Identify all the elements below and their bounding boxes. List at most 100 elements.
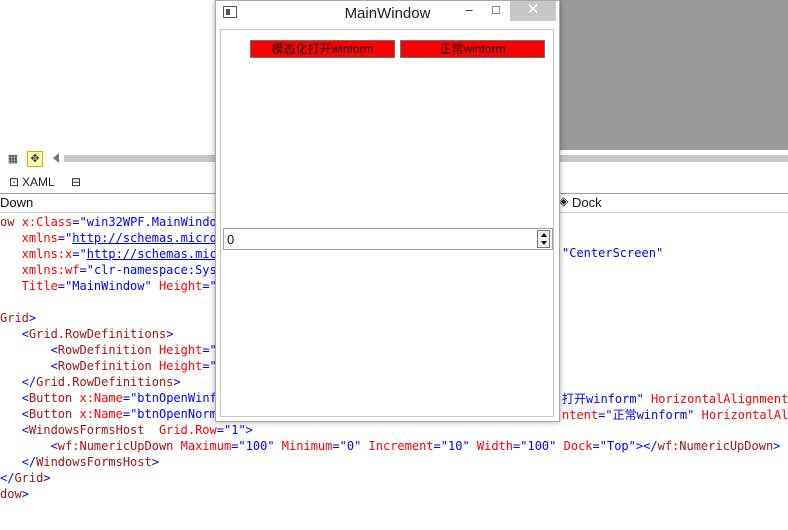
code-token: =" [79,263,94,277]
code-token: " [655,246,664,260]
code-token: "> [238,423,253,437]
code-token: 10 [448,439,463,453]
code-token: > [21,487,29,501]
code-token: 正常winform [612,408,688,422]
code-token: http://schemas.micros [72,231,224,245]
split-view-icon[interactable]: ⊟ [71,175,81,189]
code-token: " [354,439,369,453]
code-line[interactable]: xmlns:wf="clr-namespace:Syst [0,262,224,278]
open-normal-winform-button[interactable]: 正常winform [400,40,545,58]
element-combo[interactable]: Down [0,195,33,210]
code-token: > [43,471,51,485]
code-token: " [687,408,702,422]
code-token: xmlns [0,231,58,245]
code-token: < [0,327,29,341]
numeric-updown-value[interactable]: 0 [227,232,234,247]
code-line[interactable]: </WindowsFormsHost> [0,454,159,470]
code-token: =" [332,439,347,453]
code-token: Width [476,439,514,453]
code-token: " [267,439,282,453]
code-token: < [0,423,29,437]
code-token: RowDefinition [57,359,159,373]
member-combo[interactable]: Dock [572,195,602,210]
code-line[interactable]: <WindowsFormsHost Grid.Row="1"> [0,422,253,438]
code-token: =" [231,439,246,453]
grid-view-icon[interactable]: ▦ [6,152,20,166]
code-token: 打开winform [562,392,637,406]
code-token: Height [158,359,203,373]
code-line[interactable]: <Button x:Name="btnOpenWinfo [0,390,224,406]
code-token: WindowsFormsHost [36,455,152,469]
code-line[interactable]: </Grid.RowDefinitions> [0,374,181,390]
designer-surface [560,0,788,150]
code-token: RowDefinition [57,343,159,357]
code-token: > [773,439,781,453]
code-token: " [144,279,159,293]
close-button[interactable]: ✕ [510,1,556,21]
open-modal-winform-button[interactable]: 模态化打开winform [250,40,395,58]
scroll-left-icon[interactable] [53,153,59,163]
main-window: MainWindow – □ ✕ 模态化打开winform 正常winform … [215,0,560,422]
code-line[interactable]: dow> [0,486,29,502]
code-token: x:Class [21,215,73,229]
code-token: Title [0,279,58,293]
code-token: Grid.RowDefinitions [36,375,174,389]
code-token: "></ [628,439,658,453]
code-token: Maximum [180,439,232,453]
code-line[interactable]: ow x:Class="win32WPF.MainWindow [0,214,224,230]
code-token: < [0,359,58,373]
code-token: < [0,391,29,405]
numeric-updown[interactable]: 0 [223,228,553,250]
code-line[interactable]: Title="MainWindow" Height="7 [0,278,224,294]
code-token: x:Name [79,407,123,421]
code-token: > [173,375,181,389]
code-token: =" [216,423,232,437]
code-line[interactable]: xmlns:x="http://schemas.micr [0,246,224,262]
code-token: ow [0,215,22,229]
code-token: Grid [14,471,44,485]
window-titlebar[interactable]: MainWindow – □ ✕ [216,1,559,25]
code-line[interactable]: <wf:NumericUpDown Maximum="100" Minimum=… [0,438,781,454]
code-token: wf:NumericUpDown [57,439,181,453]
code-token: =" [57,231,73,245]
tab-xaml[interactable]: XAML [22,175,55,189]
code-line[interactable]: <Button x:Name="btnOpenNorma [0,406,224,422]
code-token: =" [598,408,613,422]
code-line[interactable]: Grid> [0,310,36,326]
code-token: Height [158,343,203,357]
code-token: < [0,439,58,453]
code-token: win32WPF.MainWindow [86,215,224,229]
code-token: =" [433,439,448,453]
code-token: Height [158,279,203,293]
code-token: ntent [562,408,599,422]
minimize-button[interactable]: – [456,1,482,21]
code-token: Increment [368,439,434,453]
code-token: Minimum [281,439,333,453]
code-token: CenterScreen [569,246,656,260]
maximize-button[interactable]: □ [483,1,509,21]
code-line[interactable]: <RowDefinition Height="2 [0,358,224,374]
code-fragment: ntent="正常winform" HorizontalAli [562,406,788,423]
code-token: btnOpenWinfo [137,391,224,405]
code-token: dow [0,487,22,501]
code-token: Grid.RowDefinitions [28,327,167,341]
code-token: 100 [527,439,550,453]
code-token: =" [72,215,87,229]
code-token: > [166,327,174,341]
code-token: WindowsFormsHost [28,423,159,437]
code-line[interactable]: <Grid.RowDefinitions> [0,326,174,342]
code-token: Grid [0,311,29,325]
snap-icon[interactable]: ✥ [27,151,43,167]
code-token: Top [606,439,629,453]
code-token: =" [122,391,138,405]
code-token: Grid.Row [158,423,217,437]
member-combo-icon: ◈ [559,194,569,208]
code-token: =" [592,439,607,453]
code-token: x:Name [79,391,123,405]
code-line[interactable]: <RowDefinition Height="1 [0,342,224,358]
code-line[interactable]: </Grid> [0,470,51,486]
code-token: Button [28,391,80,405]
code-token: </ [0,455,37,469]
code-line[interactable]: xmlns="http://schemas.micros [0,230,224,246]
code-token: Button [28,407,80,421]
